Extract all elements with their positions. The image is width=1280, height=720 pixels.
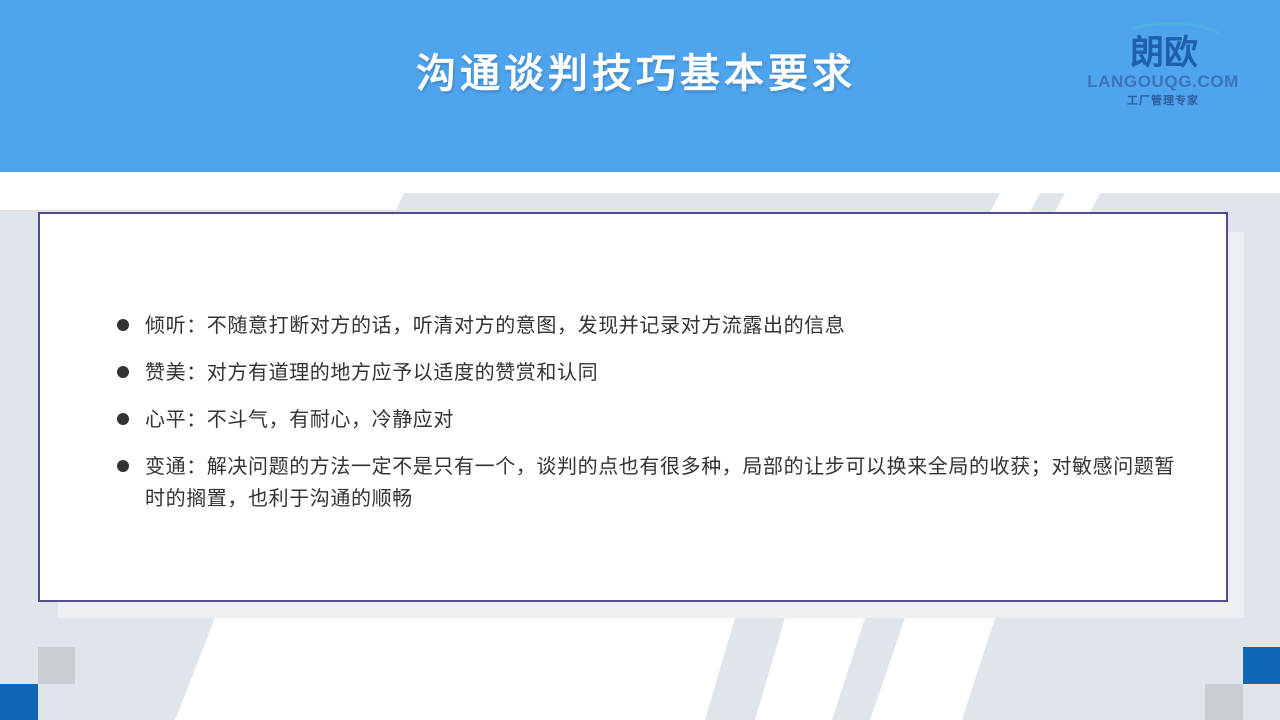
bullet-text: 赞美：对方有道理的地方应予以适度的赞赏和认同 (145, 360, 599, 384)
deco-square-gray-right (1205, 684, 1243, 720)
bullet-text: 心平：不斗气，有耐心，冷静应对 (145, 407, 454, 431)
bullet-text: 倾听：不随意打断对方的话，听清对方的意图，发现并记录对方流露出的信息 (145, 313, 846, 337)
deco-square-blue-left (0, 684, 38, 720)
bullet-dot-icon (117, 319, 129, 331)
bullet-item-listening: 倾听：不随意打断对方的话，听清对方的意图，发现并记录对方流露出的信息 (115, 309, 1175, 341)
bullet-dot-icon (117, 460, 129, 472)
stripe-bottom-3 (870, 618, 995, 720)
stripe-bottom-1 (175, 618, 735, 720)
stripe-top-right-2 (1055, 193, 1100, 212)
bullet-dot-icon (117, 366, 129, 378)
bullet-dot-icon (117, 413, 129, 425)
bullet-text: 变通：解决问题的方法一定不是只有一个，谈判的点也有很多种，局部的让步可以换来全局… (145, 454, 1175, 510)
stripe-bottom-2 (755, 618, 865, 720)
bullet-list: 倾听：不随意打断对方的话，听清对方的意图，发现并记录对方流露出的信息 赞美：对方… (115, 309, 1175, 529)
bullet-item-praise: 赞美：对方有道理的地方应予以适度的赞赏和认同 (115, 356, 1175, 388)
deco-square-gray-left (38, 647, 75, 684)
stripe-top-right-1 (990, 193, 1040, 212)
stripe-top-left (0, 193, 404, 210)
deco-square-blue-right (1243, 647, 1280, 684)
bullet-item-calm: 心平：不斗气，有耐心，冷静应对 (115, 403, 1175, 435)
bullet-item-flexibility: 变通：解决问题的方法一定不是只有一个，谈判的点也有很多种，局部的让步可以换来全局… (115, 450, 1175, 514)
